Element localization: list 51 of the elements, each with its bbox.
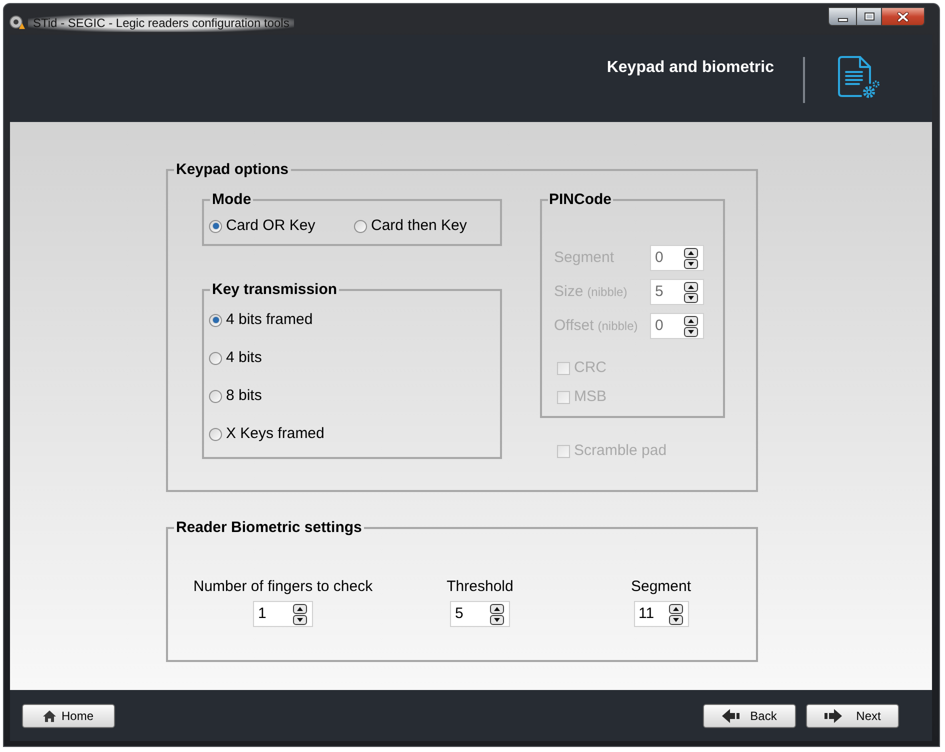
spin-down-icon[interactable]	[684, 292, 698, 302]
maximize-icon[interactable]	[864, 12, 874, 21]
spin-up-icon[interactable]	[490, 604, 504, 614]
minimize-icon[interactable]	[838, 18, 848, 22]
document-settings-icon	[835, 55, 880, 101]
app-icon	[9, 14, 25, 30]
spin-box[interactable]: 11	[634, 601, 688, 627]
spin-down-icon[interactable]	[293, 614, 307, 624]
page-title: Keypad and biometric	[606, 59, 774, 77]
field-label: Segment	[630, 578, 692, 596]
field-label: Threshold	[446, 578, 514, 596]
spin-box[interactable]: 5	[450, 601, 510, 627]
home-icon[interactable]	[43, 710, 56, 722]
home-button[interactable]: Home	[22, 704, 115, 728]
radio-label[interactable]: Card OR Key	[226, 217, 316, 235]
minimize-button[interactable]	[828, 7, 857, 26]
spin-up-icon[interactable]	[684, 316, 698, 326]
radio-button[interactable]	[209, 352, 222, 364]
radio-label[interactable]: X Keys framed	[226, 425, 324, 443]
radio-button[interactable]	[209, 390, 222, 402]
group-title: Keypad options	[175, 161, 290, 179]
group-title: Reader Biometric settings	[175, 519, 363, 537]
radio-button[interactable]	[209, 428, 222, 440]
maximize-button[interactable]	[857, 7, 882, 26]
spin-down-icon[interactable]	[668, 614, 682, 624]
group-title: Key transmission	[211, 281, 338, 299]
radio-label[interactable]: 4 bits framed	[226, 311, 313, 329]
spin-up-icon[interactable]	[684, 248, 698, 258]
radio-button[interactable]	[209, 220, 222, 232]
spin-box[interactable]: 1	[253, 601, 313, 627]
spin-down-icon[interactable]	[684, 326, 698, 336]
spin-up-icon[interactable]	[684, 282, 698, 292]
window-title: STid - SEGIC - Legic readers configuration tools	[28, 14, 294, 32]
spin-up-icon[interactable]	[668, 604, 682, 614]
radio-label[interactable]: Card then Key	[371, 217, 467, 235]
next-button[interactable]: Next	[806, 704, 899, 728]
radio-button[interactable]	[209, 314, 222, 326]
field-label: Number of fingers to check	[193, 578, 373, 596]
group-title: Mode	[211, 191, 252, 209]
close-button[interactable]	[882, 7, 925, 26]
back-button[interactable]: Back	[703, 704, 796, 728]
radio-label[interactable]: 4 bits	[226, 349, 262, 367]
radio-button[interactable]	[354, 220, 367, 232]
right-arrow-icon[interactable]	[824, 708, 842, 722]
spin-down-icon[interactable]	[684, 258, 698, 268]
spin-up-icon[interactable]	[293, 604, 307, 614]
radio-label[interactable]: 8 bits	[226, 387, 262, 405]
left-arrow-icon[interactable]	[722, 708, 740, 722]
group-title: PINCode	[548, 191, 613, 209]
spin-down-icon[interactable]	[490, 614, 504, 624]
close-icon[interactable]	[897, 12, 909, 22]
